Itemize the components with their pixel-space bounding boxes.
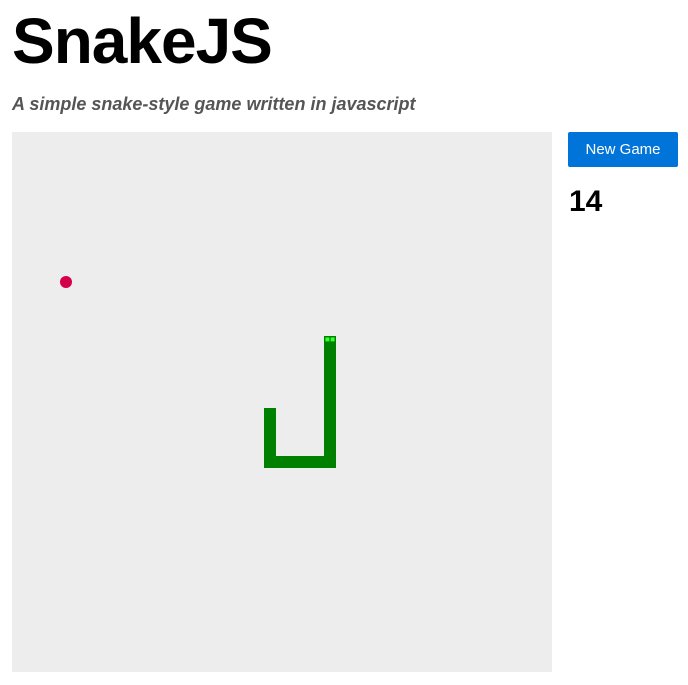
snake-segment	[324, 336, 336, 468]
page-title: SnakeJS	[12, 5, 273, 77]
snake-eye	[325, 337, 330, 342]
game-canvas[interactable]	[12, 132, 552, 672]
snake-segment	[264, 408, 276, 468]
game-board[interactable]	[12, 132, 552, 672]
snake	[264, 336, 336, 468]
score-display: 14	[569, 185, 603, 218]
page-subtitle: A simple snake-style game written in jav…	[12, 94, 416, 114]
food-pellet	[60, 276, 72, 288]
new-game-button[interactable]: New Game	[568, 132, 678, 167]
snake-eye	[330, 337, 335, 342]
